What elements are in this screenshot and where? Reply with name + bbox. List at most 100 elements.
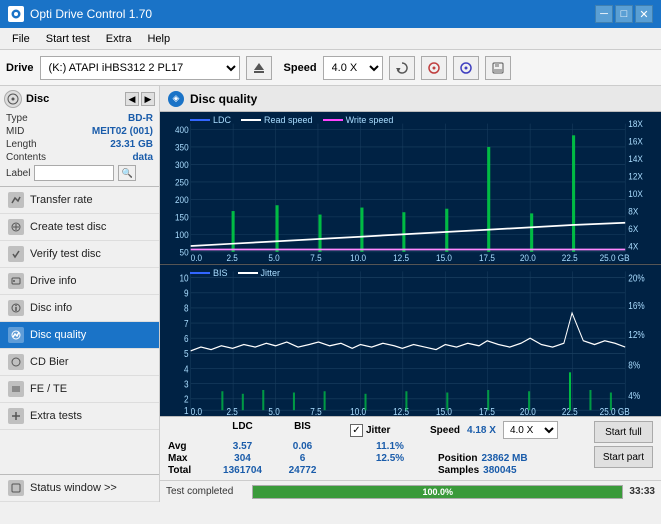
sidebar-item-verify-test-disc[interactable]: Verify test disc [0, 241, 159, 268]
disc-mid-label: MID [6, 126, 24, 137]
progress-bar-fill: 100.0% [253, 486, 622, 498]
svg-text:8X: 8X [628, 206, 638, 217]
chart1-legend: LDC Read speed Write speed [190, 115, 393, 125]
sidebar-item-cd-bier[interactable]: CD Bier [0, 349, 159, 376]
progress-area: Test completed 100.0% 33:33 [160, 480, 661, 502]
disc-length-row: Length 23.31 GB [4, 138, 155, 151]
sidebar-item-extra-tests[interactable]: Extra tests [0, 403, 159, 430]
menu-start-test[interactable]: Start test [38, 31, 98, 47]
avg-speed-value: 4.18 X [467, 425, 496, 436]
stats-total-bis: 24772 [275, 465, 330, 476]
start-part-button[interactable]: Start part [594, 446, 653, 468]
drive-info-icon [8, 273, 24, 289]
svg-text:10.0: 10.0 [350, 406, 366, 416]
disc-prev-button[interactable]: ◀ [125, 92, 139, 106]
sidebar-status: Status window >> [0, 474, 159, 502]
sidebar-item-create-test-disc[interactable]: Create test disc [0, 214, 159, 241]
svg-text:300: 300 [175, 159, 189, 170]
svg-text:2.5: 2.5 [226, 253, 237, 264]
svg-text:250: 250 [175, 177, 189, 188]
status-window-item[interactable]: Status window >> [0, 475, 159, 502]
disc-header: Disc ◀ ▶ [4, 90, 155, 108]
samples-group: Samples 380045 [438, 465, 517, 476]
status-window-label: Status window >> [30, 482, 117, 494]
sidebar-nav: Transfer rate Create test disc Verify te… [0, 187, 159, 430]
verify-test-disc-icon [8, 246, 24, 262]
legend-read-speed-label: Read speed [264, 115, 313, 125]
svg-text:22.5: 22.5 [562, 253, 578, 264]
sidebar-item-cd-bier-label: CD Bier [30, 356, 69, 368]
refresh-button[interactable] [389, 56, 415, 80]
disc-panel-icon [4, 90, 22, 108]
sidebar-item-extra-tests-label: Extra tests [30, 410, 82, 422]
svg-text:17.5: 17.5 [479, 253, 495, 264]
charts-area: LDC Read speed Write speed [160, 112, 661, 416]
sidebar-item-drive-info[interactable]: Drive info [0, 268, 159, 295]
svg-text:12.5: 12.5 [393, 253, 409, 264]
stats-max-ldc: 304 [210, 453, 275, 464]
close-button[interactable]: ✕ [635, 5, 653, 23]
legend-write-speed: Write speed [323, 115, 394, 125]
speed-label: Speed [284, 62, 317, 74]
jitter-header-label: Jitter [366, 425, 390, 436]
stats-avg-label: Avg [168, 441, 210, 452]
minimize-button[interactable]: ─ [595, 5, 613, 23]
maximize-button[interactable]: □ [615, 5, 633, 23]
disc-label-search-button[interactable]: 🔍 [118, 165, 136, 181]
svg-text:15.0: 15.0 [436, 253, 452, 264]
sidebar-item-disc-quality-label: Disc quality [30, 329, 86, 341]
start-full-button[interactable]: Start full [594, 421, 653, 443]
svg-text:400: 400 [175, 124, 189, 135]
svg-text:20.0: 20.0 [520, 253, 536, 264]
svg-text:1: 1 [184, 405, 189, 416]
stats-speed-select[interactable]: 4.0 X [503, 421, 558, 439]
jitter-checkbox[interactable]: ✓ [350, 424, 363, 437]
menu-help[interactable]: Help [139, 31, 178, 47]
speed-header-label: Speed [430, 425, 460, 436]
titlebar-left: Opti Drive Control 1.70 [8, 6, 152, 22]
svg-text:15.0: 15.0 [436, 406, 452, 416]
create-test-disc-icon [8, 219, 24, 235]
sidebar-item-fe-te-label: FE / TE [30, 383, 67, 395]
svg-text:7.5: 7.5 [310, 406, 321, 416]
write-button[interactable] [453, 56, 479, 80]
samples-label: Samples [438, 465, 479, 476]
cd-bier-icon [8, 354, 24, 370]
speed-select[interactable]: 4.0 X [323, 56, 383, 80]
action-buttons: Start full Start part [594, 421, 653, 468]
progress-status-text: Test completed [166, 486, 246, 497]
svg-text:10.0: 10.0 [350, 253, 366, 264]
save-button[interactable] [485, 56, 511, 80]
fe-te-icon [8, 381, 24, 397]
disc-next-button[interactable]: ▶ [141, 92, 155, 106]
disc-label-input[interactable] [34, 165, 114, 181]
svg-text:16%: 16% [628, 300, 644, 311]
sidebar-item-fe-te[interactable]: FE / TE [0, 376, 159, 403]
disc-icon-button[interactable] [421, 56, 447, 80]
sidebar-item-disc-quality[interactable]: Disc quality [0, 322, 159, 349]
svg-text:18X: 18X [628, 119, 643, 130]
stats-total-label: Total [168, 465, 210, 476]
svg-text:50: 50 [180, 247, 189, 258]
sidebar-item-verify-test-disc-label: Verify test disc [30, 248, 101, 260]
chart2: BIS Jitter [160, 265, 661, 417]
eject-button[interactable] [246, 56, 272, 80]
disc-quality-title: Disc quality [190, 92, 257, 106]
sidebar-item-transfer-rate[interactable]: Transfer rate [0, 187, 159, 214]
stats-max-bis: 6 [275, 453, 330, 464]
svg-text:200: 200 [175, 194, 189, 205]
menu-extra[interactable]: Extra [98, 31, 140, 47]
stats-max-label: Max [168, 453, 210, 464]
drive-select[interactable]: (K:) ATAPI iHBS312 2 PL17 [40, 56, 240, 80]
sidebar-item-disc-info[interactable]: Disc info [0, 295, 159, 322]
stats-avg-ldc: 3.57 [210, 441, 275, 452]
progress-time: 33:33 [629, 486, 655, 497]
sidebar-item-transfer-rate-label: Transfer rate [30, 194, 93, 206]
stats-avg-jitter: 11.1% [350, 441, 430, 452]
menu-file[interactable]: File [4, 31, 38, 47]
svg-text:5: 5 [184, 348, 189, 359]
svg-text:2.5: 2.5 [226, 406, 237, 416]
chart1: LDC Read speed Write speed [160, 112, 661, 265]
speed-header-group: Speed 4.18 X 4.0 X [430, 421, 558, 439]
svg-text:20.0: 20.0 [520, 406, 536, 416]
